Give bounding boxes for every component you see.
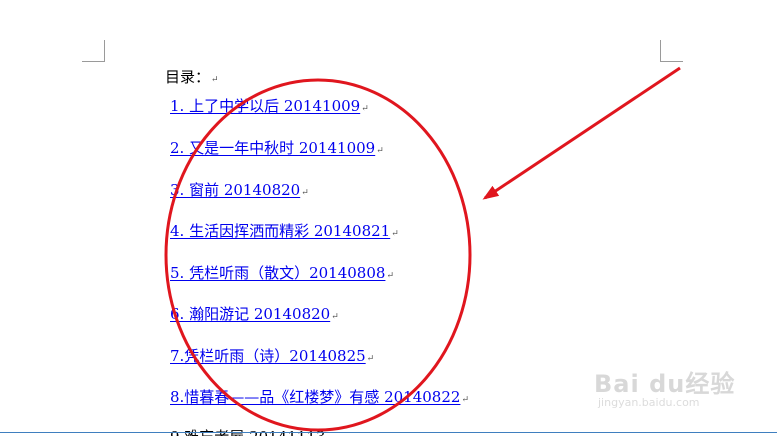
annotation-arrow — [482, 66, 681, 200]
paragraph-mark-icon: ↵ — [376, 146, 384, 156]
toc-link[interactable]: 4. 生活因挥洒而精彩 20140821 — [170, 222, 390, 240]
paragraph-mark-icon: ↵ — [386, 271, 394, 281]
toc-link[interactable]: 2. 又是一年中秋时 20141009 — [170, 139, 375, 157]
toc-entry: 3. 窗前 20140820↵ — [170, 179, 309, 200]
toc-entry: 7.凭栏听雨（诗）20140825↵ — [170, 345, 374, 366]
paragraph-mark-icon: ↵ — [461, 395, 469, 405]
toc-heading: 目录：↵ — [165, 66, 219, 87]
paragraph-mark-icon: ↵ — [361, 104, 369, 114]
window-bottom-rule — [0, 432, 777, 433]
paragraph-mark-icon: ↵ — [366, 354, 375, 364]
toc-entry: 8.惜暮春——品《红楼梦》有感 20140822↵ — [170, 386, 469, 407]
toc-entry: 1. 上了中学以后 20141009↵ — [170, 95, 369, 116]
watermark: Bai du经验 jingyan.baidu.com — [594, 364, 744, 414]
toc-entry: 4. 生活因挥洒而精彩 20140821↵ — [170, 220, 399, 241]
annotation-ellipse — [164, 78, 472, 432]
baidu-logo-watermark: Bai du经验 — [594, 370, 736, 398]
paragraph-mark-icon: ↵ — [331, 312, 339, 322]
crop-mark-top-right — [660, 40, 683, 62]
toc-entry: 6. 瀚阳游记 20140820↵ — [170, 303, 339, 324]
toc-link[interactable]: 8.惜暮春——品《红楼梦》有感 20140822 — [170, 388, 460, 406]
toc-entry: 2. 又是一年中秋时 20141009↵ — [170, 137, 384, 158]
toc-link[interactable]: 1. 上了中学以后 20141009 — [170, 97, 360, 115]
paragraph-mark-icon: ↵ — [391, 229, 399, 239]
document-page: 目录：↵ 1. 上了中学以后 20141009↵ 2. 又是一年中秋时 2014… — [0, 0, 777, 436]
toc-entry: 9.难忘老屋 20141113 — [170, 426, 325, 436]
toc-link[interactable]: 7.凭栏听雨（诗）20140825 — [170, 347, 366, 365]
toc-link[interactable]: 5. 凭栏听雨（散文）20140808 — [170, 264, 385, 282]
toc-entry: 5. 凭栏听雨（散文）20140808↵ — [170, 262, 394, 283]
toc-link[interactable]: 3. 窗前 20140820 — [170, 181, 300, 199]
paragraph-mark-icon: ↵ — [301, 188, 309, 198]
toc-link[interactable]: 6. 瀚阳游记 20140820 — [170, 305, 330, 323]
crop-mark-top-left — [82, 40, 105, 62]
toc-heading-text: 目录： — [165, 68, 211, 86]
watermark-url: jingyan.baidu.com — [598, 396, 700, 409]
paragraph-mark-icon: ↵ — [211, 75, 219, 85]
